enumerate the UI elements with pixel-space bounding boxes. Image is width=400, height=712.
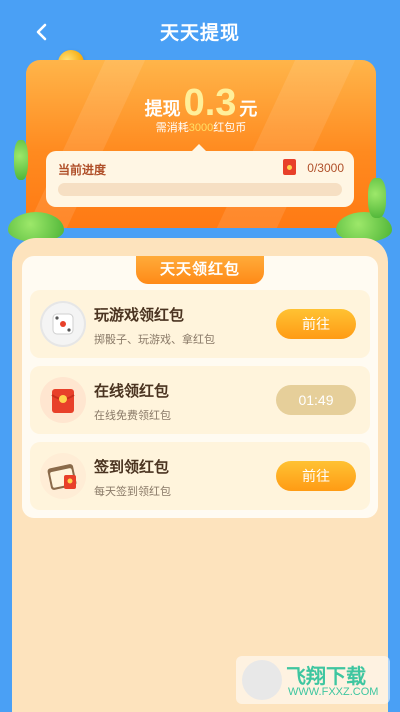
- leaf-decoration: [368, 178, 386, 218]
- task-title: 在线领红包: [94, 383, 170, 400]
- withdraw-label: 提现: [144, 99, 181, 119]
- task-subtitle: 掷骰子、玩游戏、拿红包: [94, 334, 215, 346]
- task-item-checkin: 签到领红包 每天签到领红包 前往: [30, 442, 370, 510]
- withdraw-amount: 0.3: [183, 82, 237, 124]
- cost-prefix: 需消耗: [155, 122, 189, 134]
- progress-box: 当前进度 0/3000: [46, 144, 354, 207]
- task-panel: 天天领红包 玩游戏领红包 掷骰子、玩游戏、拿红包 前往 在线领红包 在线免费领红…: [22, 256, 378, 518]
- task-subtitle: 每天签到领红包: [94, 486, 171, 498]
- watermark-logo-icon: [242, 660, 282, 700]
- leaf-decoration: [14, 140, 28, 180]
- cost-note: 需消耗3000红包币: [26, 119, 376, 135]
- red-envelope-icon: [40, 377, 86, 423]
- withdraw-card: 提现0.3 元 需消耗3000红包币 当前进度 0/3000: [26, 60, 376, 228]
- cost-suffix: 红包币: [213, 122, 247, 134]
- task-subtitle: 在线免费领红包: [94, 410, 171, 422]
- watermark-url: WWW.FXXZ.COM: [288, 686, 379, 698]
- countdown-button[interactable]: 01:49: [276, 385, 356, 415]
- task-section: 天天领红包 玩游戏领红包 掷骰子、玩游戏、拿红包 前往 在线领红包 在线免费领红…: [12, 238, 388, 712]
- progress-count: 0/3000: [307, 161, 344, 175]
- red-envelope-icon: [283, 159, 296, 175]
- go-button[interactable]: 前往: [276, 309, 356, 339]
- watermark: 飞翔下载 WWW.FXXZ.COM: [236, 656, 390, 704]
- panel-title: 天天领红包: [136, 256, 264, 284]
- task-item-game: 玩游戏领红包 掷骰子、玩游戏、拿红包 前往: [30, 290, 370, 358]
- task-title: 玩游戏领红包: [94, 307, 185, 324]
- watermark-name: 飞翔下载: [286, 666, 366, 688]
- progress-label: 当前进度: [58, 163, 107, 177]
- progress-track: [58, 183, 342, 196]
- go-button[interactable]: 前往: [276, 461, 356, 491]
- withdraw-unit: 元: [239, 99, 258, 119]
- cost-amount: 3000: [188, 122, 214, 134]
- task-title: 签到领红包: [94, 459, 170, 476]
- task-item-online: 在线领红包 在线免费领红包 01:49: [30, 366, 370, 434]
- calendar-icon: [40, 453, 86, 499]
- dice-icon: [40, 301, 86, 347]
- page-title: 天天提现: [159, 23, 240, 44]
